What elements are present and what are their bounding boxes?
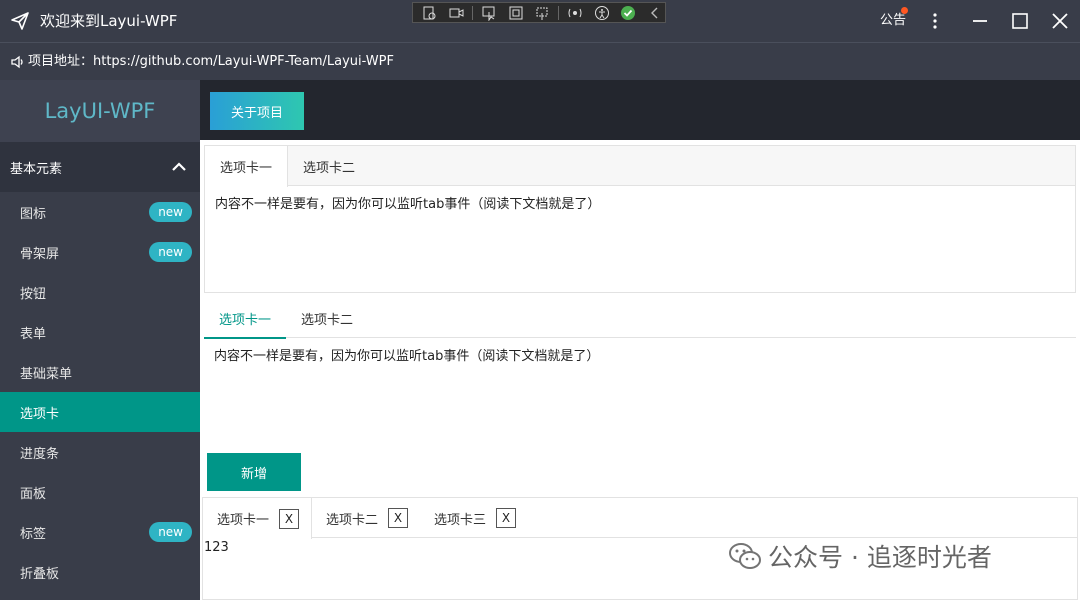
sidebar-item-label: 进度条	[20, 446, 60, 462]
main-top-bar: 关于项目	[200, 80, 1080, 140]
sidebar-group-label: 基本元素	[10, 161, 63, 177]
sidebar-item-form[interactable]: 表单	[0, 312, 200, 352]
watermark: 公众号 · 追逐时光者	[728, 538, 992, 574]
logo-area: LayUI-WPF	[0, 80, 200, 142]
sidebar-item-tag[interactable]: 标签 new	[0, 512, 200, 552]
toolbar-divider	[558, 5, 560, 20]
app-logo: LayUI-WPF	[44, 99, 156, 123]
sidebar-item-tabs[interactable]: 选项卡	[0, 392, 200, 432]
tab-close-button[interactable]: X	[279, 508, 300, 529]
tab-label: 选项卡三	[434, 512, 487, 528]
live-tree-icon[interactable]	[419, 4, 439, 21]
tab-strip: 选项卡一 选项卡二	[205, 146, 1075, 187]
sidebar-item-label: 表单	[20, 326, 47, 342]
notice-dot	[901, 7, 908, 14]
notice-button[interactable]: 公告	[880, 12, 906, 30]
sidebar-item-label: 标签	[20, 526, 47, 542]
sidebar-item-progress[interactable]: 进度条	[0, 432, 200, 472]
sidebar: LayUI-WPF 基本元素 图标 new 骨架屏 new 按钮 表单 基础菜单…	[0, 80, 200, 600]
sidebar-item-label: 基础菜单	[20, 366, 73, 382]
record-icon[interactable]	[445, 4, 465, 21]
adorner-icon[interactable]	[532, 4, 552, 21]
watermark-text: 公众号 · 追逐时光者	[768, 543, 992, 572]
project-url-label[interactable]: 项目地址：https://github.com/Layui-WPF-Team/L…	[28, 53, 394, 71]
collapse-chevron-icon[interactable]	[645, 4, 665, 21]
brief-tab-control: 选项卡一 选项卡二 内容不一样是要有，因为你可以监听tab事件（阅读下文档就是了…	[204, 298, 1076, 438]
sidebar-item-skeleton[interactable]: 骨架屏 new	[0, 232, 200, 272]
sidebar-item-label: 图标	[20, 206, 47, 222]
window-title: 欢迎来到Layui-WPF	[40, 12, 178, 30]
tab-one[interactable]: 选项卡一	[204, 298, 287, 339]
check-icon[interactable]	[618, 4, 638, 21]
close-icon[interactable]	[1049, 10, 1071, 32]
about-project-button[interactable]: 关于项目	[210, 92, 304, 130]
new-badge: new	[149, 242, 192, 262]
speaker-icon	[10, 54, 26, 70]
add-tab-button[interactable]: 新增	[207, 453, 301, 491]
hot-reload-icon[interactable]	[565, 4, 585, 21]
minimize-icon[interactable]	[969, 10, 991, 32]
card-tab-control: 选项卡一 选项卡二 内容不一样是要有，因为你可以监听tab事件（阅读下文档就是了…	[204, 145, 1076, 293]
sidebar-item-panel[interactable]: 面板	[0, 472, 200, 512]
new-badge: new	[149, 522, 192, 542]
sidebar-item-basic-menu[interactable]: 基础菜单	[0, 352, 200, 392]
project-url-bar: 项目地址：https://github.com/Layui-WPF-Team/L…	[0, 42, 1080, 80]
sidebar-item-collapse[interactable]: 折叠板	[0, 552, 200, 592]
tab-three[interactable]: 选项卡三 X	[420, 498, 528, 538]
tab-label: 选项卡一	[217, 513, 270, 528]
debug-toolbar	[412, 2, 666, 23]
sidebar-item-label: 选项卡	[20, 406, 60, 422]
tab-strip: 选项卡一 选项卡二	[204, 298, 1076, 339]
tab-content: 内容不一样是要有，因为你可以监听tab事件（阅读下文档就是了）	[215, 197, 601, 212]
select-element-icon[interactable]	[479, 4, 499, 21]
tab-close-button[interactable]: X	[496, 508, 517, 528]
tab-two[interactable]: 选项卡二 X	[312, 498, 420, 538]
tab-two[interactable]: 选项卡二	[288, 146, 370, 186]
wechat-icon	[729, 543, 761, 569]
tab-one[interactable]: 选项卡一 X	[203, 498, 313, 539]
maximize-icon[interactable]	[1009, 10, 1031, 32]
title-bar: 欢迎来到Layui-WPF 公告	[0, 0, 1080, 42]
sidebar-item-icon[interactable]: 图标 new	[0, 192, 200, 232]
sidebar-item-button[interactable]: 按钮	[0, 272, 200, 312]
tab-strip: 选项卡一 X 选项卡二 X 选项卡三 X	[203, 498, 1077, 539]
new-badge: new	[149, 202, 192, 222]
sidebar-item-label: 骨架屏	[20, 246, 60, 262]
tab-one[interactable]: 选项卡一	[205, 146, 289, 187]
more-vertical-icon[interactable]	[924, 10, 946, 32]
tab-label: 选项卡二	[326, 512, 379, 528]
sidebar-item-label: 按钮	[20, 286, 47, 302]
paper-plane-icon	[10, 11, 30, 31]
accessibility-icon[interactable]	[592, 4, 612, 21]
sidebar-item-label: 折叠板	[20, 566, 60, 582]
tab-content: 内容不一样是要有，因为你可以监听tab事件（阅读下文档就是了）	[214, 349, 600, 364]
frame-icon[interactable]	[505, 4, 525, 21]
sidebar-item-label: 面板	[20, 486, 47, 502]
sidebar-group-basic[interactable]: 基本元素	[0, 142, 200, 192]
toolbar-divider	[471, 5, 473, 20]
chevron-up-icon	[170, 158, 188, 176]
tab-two[interactable]: 选项卡二	[286, 298, 368, 338]
tab-close-button[interactable]: X	[388, 508, 409, 528]
